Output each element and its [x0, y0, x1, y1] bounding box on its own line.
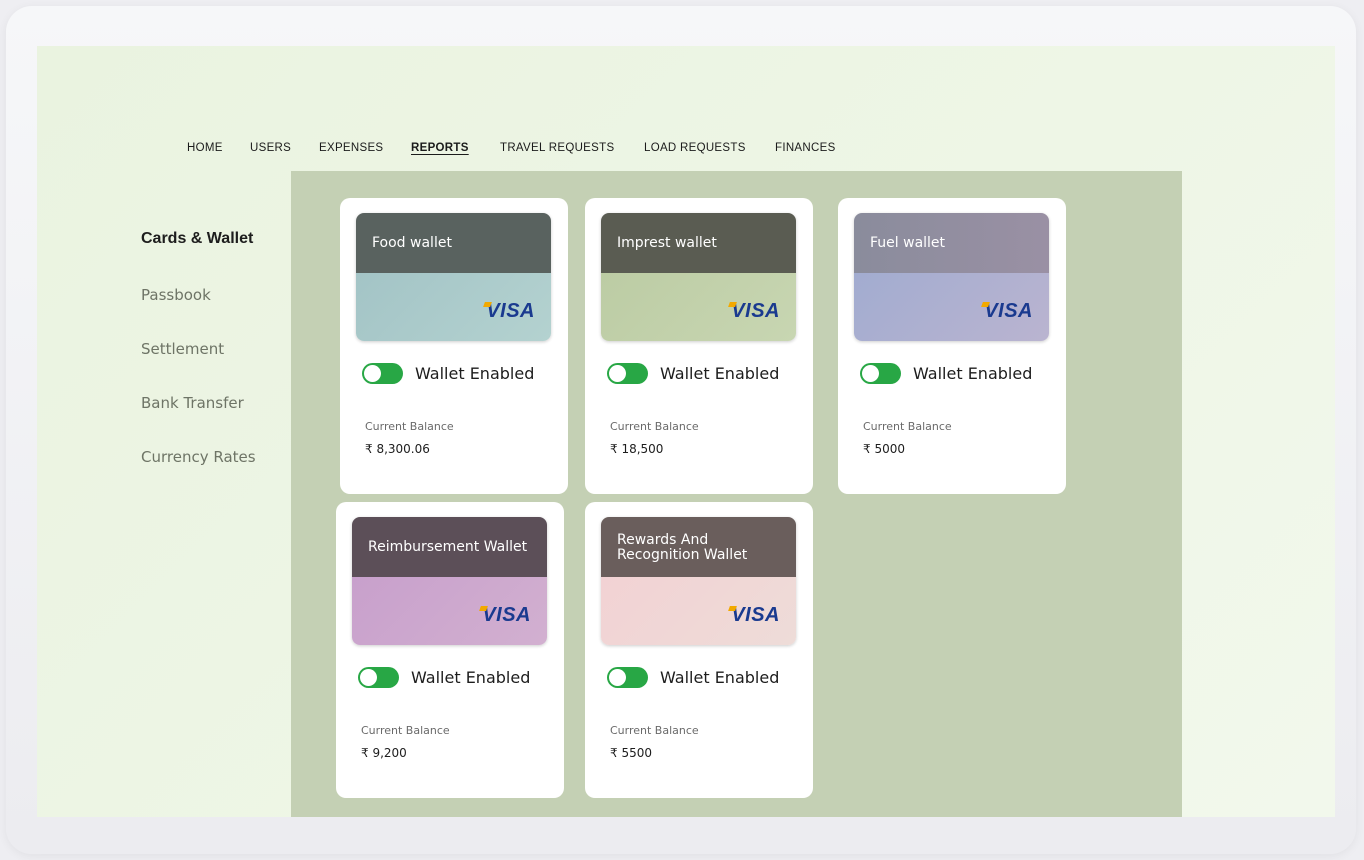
toggle-label: Wallet Enabled [415, 364, 535, 383]
toggle-knob [609, 669, 626, 686]
toggle-label: Wallet Enabled [660, 364, 780, 383]
wallet-name: Rewards And Recognition Wallet [617, 532, 748, 563]
toggle-label: Wallet Enabled [913, 364, 1033, 383]
wallet-enabled-toggle[interactable] [860, 363, 901, 384]
visa-logo: VISA [984, 300, 1033, 322]
toggle-knob [364, 365, 381, 382]
balance-label: Current Balance [365, 420, 454, 433]
balance-label: Current Balance [610, 420, 699, 433]
wallet-enabled-toggle[interactable] [358, 667, 399, 688]
visa-logo: VISA [482, 604, 531, 626]
balance-label: Current Balance [610, 724, 699, 737]
wallet-enabled-toggle[interactable] [362, 363, 403, 384]
toggle-knob [609, 365, 626, 382]
sidebar-item-currency-rates[interactable]: Currency Rates [141, 448, 256, 466]
balance-value: ₹ 18,500 [610, 442, 664, 456]
nav-finances[interactable]: FINANCES [775, 142, 836, 154]
wallet-name: Reimbursement Wallet [368, 539, 528, 555]
wallet-enabled-toggle[interactable] [607, 363, 648, 384]
wallet-card-food[interactable]: Food wallet VISA Wallet Enabled Current … [340, 198, 568, 494]
wallet-card-rewards[interactable]: Rewards And Recognition Wallet VISA Wall… [585, 502, 813, 798]
wallet-name: Imprest wallet [617, 235, 717, 251]
toggle-label: Wallet Enabled [660, 668, 780, 687]
card-visual: Imprest wallet VISA [601, 213, 796, 341]
nav-expenses[interactable]: EXPENSES [319, 142, 383, 154]
nav-users[interactable]: USERS [250, 142, 291, 154]
main-content: Food wallet VISA Wallet Enabled Current … [291, 171, 1182, 817]
balance-label: Current Balance [361, 724, 450, 737]
sidebar-item-passbook[interactable]: Passbook [141, 286, 211, 304]
wallet-card-reimbursement[interactable]: Reimbursement Wallet VISA Wallet Enabled… [336, 502, 564, 798]
sidebar-item-settlement[interactable]: Settlement [141, 340, 224, 358]
toggle-knob [360, 669, 377, 686]
wallet-name: Fuel wallet [870, 235, 946, 251]
visa-logo: VISA [731, 300, 780, 322]
balance-label: Current Balance [863, 420, 952, 433]
wallet-name: Food wallet [372, 235, 452, 251]
app-container: HOME USERS EXPENSES REPORTS TRAVEL REQUE… [37, 46, 1335, 817]
balance-value: ₹ 5500 [610, 746, 652, 760]
sidebar-item-cards-wallet[interactable]: Cards & Wallet [141, 230, 253, 248]
card-visual: Fuel wallet VISA [854, 213, 1049, 341]
balance-value: ₹ 5000 [863, 442, 905, 456]
card-visual: Food wallet VISA [356, 213, 551, 341]
nav-travel-requests[interactable]: TRAVEL REQUESTS [500, 142, 614, 154]
toggle-knob [862, 365, 879, 382]
nav-home[interactable]: HOME [187, 142, 223, 154]
balance-value: ₹ 9,200 [361, 746, 407, 760]
sidebar-item-bank-transfer[interactable]: Bank Transfer [141, 394, 244, 412]
wallet-card-imprest[interactable]: Imprest wallet VISA Wallet Enabled Curre… [585, 198, 813, 494]
card-visual: Rewards And Recognition Wallet VISA [601, 517, 796, 645]
visa-logo: VISA [486, 300, 535, 322]
nav-load-requests[interactable]: LOAD REQUESTS [644, 142, 746, 154]
nav-reports[interactable]: REPORTS [411, 142, 469, 154]
wallet-card-fuel[interactable]: Fuel wallet VISA Wallet Enabled Current … [838, 198, 1066, 494]
visa-logo: VISA [731, 604, 780, 626]
toggle-label: Wallet Enabled [411, 668, 531, 687]
card-visual: Reimbursement Wallet VISA [352, 517, 547, 645]
balance-value: ₹ 8,300.06 [365, 442, 430, 456]
wallet-enabled-toggle[interactable] [607, 667, 648, 688]
